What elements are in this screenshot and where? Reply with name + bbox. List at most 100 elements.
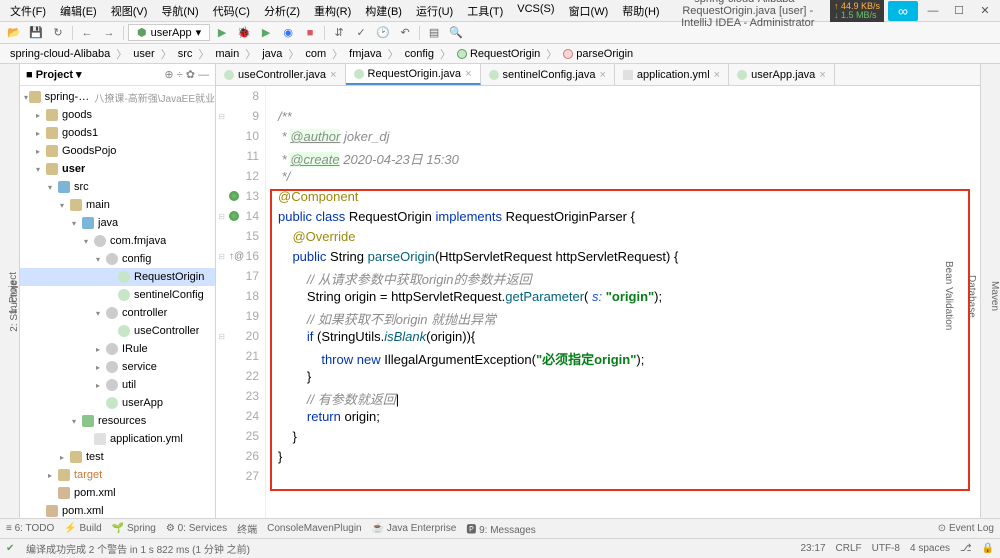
left-tab[interactable]: 2: Structure (9, 280, 20, 332)
breadcrumb-item[interactable]: java (258, 48, 286, 60)
commit-icon[interactable]: ✓ (351, 24, 371, 42)
fold-icon[interactable]: ⊟ (217, 112, 225, 121)
editor-tab[interactable]: sentinelConfig.java× (481, 64, 615, 85)
vcs-icon[interactable]: ⇵ (329, 24, 349, 42)
breadcrumb-item[interactable]: spring-cloud-Alibaba (6, 48, 114, 60)
close-tab-icon[interactable]: × (714, 69, 720, 81)
right-tab[interactable]: Maven (989, 281, 1000, 311)
tree-item[interactable]: pom.xml (20, 484, 215, 502)
tree-item[interactable]: ▾main (20, 196, 215, 214)
profile-icon[interactable]: ◉ (278, 24, 298, 42)
coverage-icon[interactable]: ▶ (256, 24, 276, 42)
menu-item[interactable]: 导航(N) (155, 1, 204, 21)
forward-icon[interactable]: → (99, 24, 119, 42)
fold-icon[interactable]: ⊟ (217, 332, 225, 341)
cloud-sync-button[interactable]: ∞ (888, 1, 918, 21)
close-tab-icon[interactable]: × (465, 68, 471, 80)
gutter-line[interactable]: 13 (216, 189, 265, 209)
run-icon[interactable]: ▶ (212, 24, 232, 42)
tree-item[interactable]: ▸goods (20, 106, 215, 124)
tool-window-tab[interactable]: ConsoleMavenPlugin (267, 523, 362, 534)
gutter-line[interactable]: 9⊟ (216, 109, 265, 129)
revert-icon[interactable]: ↶ (395, 24, 415, 42)
menu-item[interactable]: 分析(Z) (258, 1, 306, 21)
structure-icon[interactable]: ▤ (424, 24, 444, 42)
code-line[interactable]: if (StringUtils.isBlank(origin)){ (266, 329, 980, 349)
code-line[interactable]: * @create 2020-04-23日 15:30 (266, 149, 980, 169)
close-tab-icon[interactable]: × (819, 69, 825, 81)
tool-window-tab[interactable]: ⚙ 0: Services (166, 523, 227, 534)
stop-icon[interactable]: ■ (300, 24, 320, 42)
editor-tab[interactable]: userApp.java× (729, 64, 835, 85)
breadcrumb-item[interactable]: RequestOrigin (453, 48, 544, 60)
gutter-line[interactable]: 17 (216, 269, 265, 289)
gutter-line[interactable]: 26 (216, 449, 265, 469)
save-icon[interactable]: 💾 (26, 24, 46, 42)
tool-window-tab[interactable]: ☕ Java Enterprise (372, 523, 457, 534)
close-tab-icon[interactable]: × (330, 69, 336, 81)
menu-item[interactable]: 工具(T) (461, 1, 509, 21)
tree-item[interactable]: ▸goods1 (20, 124, 215, 142)
tool-window-tab[interactable]: 终端 (237, 521, 257, 536)
project-header-controls[interactable]: ⊕ ÷ ✿ — (164, 68, 209, 81)
menu-item[interactable]: 编辑(E) (54, 1, 103, 21)
breadcrumb-item[interactable]: fmjava (345, 48, 385, 60)
tree-item[interactable]: ▸util (20, 376, 215, 394)
tree-item[interactable]: ▾src (20, 178, 215, 196)
editor-tab[interactable]: useController.java× (216, 64, 346, 85)
code-line[interactable]: String origin = httpServletRequest.getPa… (266, 289, 980, 309)
gutter-line[interactable]: 23 (216, 389, 265, 409)
code-line[interactable]: // 如果获取不到origin 就抛出异常 (266, 309, 980, 329)
code-line[interactable]: } (266, 429, 980, 449)
history-icon[interactable]: 🕑 (373, 24, 393, 42)
gutter-line[interactable]: 25 (216, 429, 265, 449)
menu-item[interactable]: 代码(C) (207, 1, 256, 21)
menu-item[interactable]: 重构(R) (308, 1, 357, 21)
tree-item[interactable]: pom.xml (20, 502, 215, 518)
code-line[interactable]: // 从请求参数中获取origin的参数并返回 (266, 269, 980, 289)
tree-item[interactable]: useController (20, 322, 215, 340)
tool-window-tab[interactable]: 🌱 Spring (112, 523, 156, 534)
sync-icon[interactable]: ↻ (48, 24, 68, 42)
tree-item[interactable]: ▸test (20, 448, 215, 466)
breadcrumb-item[interactable]: user (129, 48, 158, 60)
gutter-line[interactable]: 14⊟ (216, 209, 265, 229)
run-config-selector[interactable]: ⬢ userApp ▾ (128, 24, 210, 41)
code-line[interactable]: return origin; (266, 409, 980, 429)
open-icon[interactable]: 📂 (4, 24, 24, 42)
breadcrumb-item[interactable]: src (174, 48, 197, 60)
code-line[interactable]: // 有参数就返回| (266, 389, 980, 409)
close-button[interactable]: ✕ (974, 2, 996, 20)
code-line[interactable]: public String parseOrigin(HttpServletReq… (266, 249, 980, 269)
gutter-line[interactable]: 12 (216, 169, 265, 189)
tree-item[interactable]: ▾config (20, 250, 215, 268)
tool-window-tab[interactable]: 🅿 9: Messages (466, 521, 535, 536)
tool-window-tab[interactable]: ⚡ Build (64, 523, 101, 534)
breadcrumb-item[interactable]: com (301, 48, 330, 60)
tree-item[interactable]: ▾controller (20, 304, 215, 322)
gutter-line[interactable]: 27 (216, 469, 265, 489)
editor-tab[interactable]: application.yml× (615, 64, 729, 85)
tree-item[interactable]: userApp (20, 394, 215, 412)
event-log-tab[interactable]: ⊙ Event Log (938, 523, 994, 534)
gutter-line[interactable]: 20⊟ (216, 329, 265, 349)
gutter-line[interactable]: 19 (216, 309, 265, 329)
branch-icon[interactable]: ⎇ (960, 543, 972, 554)
menu-item[interactable]: 视图(V) (105, 1, 154, 21)
editor-tab[interactable]: RequestOrigin.java× (346, 64, 481, 85)
tree-item[interactable]: sentinelConfig (20, 286, 215, 304)
gutter-line[interactable]: 21 (216, 349, 265, 369)
gutter-line[interactable]: 11 (216, 149, 265, 169)
close-tab-icon[interactable]: × (599, 69, 605, 81)
gutter-line[interactable]: 15 (216, 229, 265, 249)
breadcrumb-item[interactable]: main (211, 48, 243, 60)
run-gutter-icon[interactable] (229, 211, 239, 221)
gutter-line[interactable]: 22 (216, 369, 265, 389)
code-line[interactable]: throw new IllegalArgumentException("必须指定… (266, 349, 980, 369)
tree-item[interactable]: application.yml (20, 430, 215, 448)
tree-item[interactable]: ▸service (20, 358, 215, 376)
maximize-button[interactable]: ☐ (948, 2, 970, 20)
line-sep[interactable]: CRLF (836, 543, 862, 554)
code-line[interactable]: * @author joker_dj (266, 129, 980, 149)
tree-item[interactable]: ▾resources (20, 412, 215, 430)
